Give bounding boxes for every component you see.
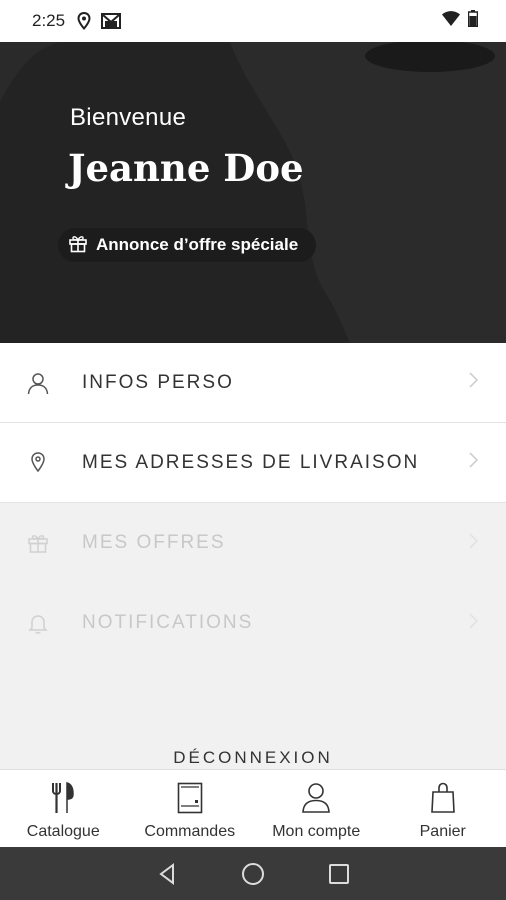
location-pin-icon (26, 451, 50, 475)
wifi-icon (442, 11, 460, 31)
menu-item-label: MES OFFRES (82, 532, 226, 553)
chevron-right-icon (466, 450, 480, 475)
menu-item-notifications[interactable]: NOTIFICATIONS (0, 583, 506, 663)
nav-cart[interactable]: Panier (380, 770, 506, 848)
receipt-icon (177, 782, 203, 823)
chevron-right-icon (466, 370, 480, 395)
bottom-navigation: Catalogue Commandes Mon compte Panier (0, 769, 506, 848)
system-navigation-bar (0, 847, 506, 900)
gift-icon (68, 233, 88, 258)
menu-item-delivery-addresses[interactable]: MES ADRESSES DE LIVRAISON (0, 423, 506, 503)
home-icon[interactable] (238, 859, 268, 889)
nav-my-account[interactable]: Mon compte (253, 770, 380, 848)
special-offer-chip[interactable]: Annonce d’offre spéciale (58, 228, 317, 262)
user-icon (26, 371, 50, 395)
nav-label: Panier (419, 823, 466, 840)
chevron-right-icon (466, 611, 480, 636)
menu-item-my-offers[interactable]: MES OFFRES (0, 503, 506, 583)
nav-catalogue[interactable]: Catalogue (0, 770, 127, 848)
recents-icon[interactable] (324, 859, 354, 889)
location-icon (77, 12, 91, 30)
status-time: 2:25 (32, 11, 66, 30)
special-offer-label: Annonce d’offre spéciale (96, 235, 299, 254)
nav-label: Commandes (144, 823, 236, 840)
account-menu: INFOS PERSO MES ADRESSES DE LIVRAISON ME… (0, 343, 506, 663)
hero-background-shape (0, 42, 506, 343)
welcome-hero: Bienvenue Jeanne Doe Annonce d’offre spé… (0, 42, 506, 343)
status-bar: 2:25 (0, 0, 506, 42)
menu-item-label: MES ADRESSES DE LIVRAISON (82, 451, 420, 473)
back-icon[interactable] (152, 859, 182, 889)
battery-icon (467, 10, 479, 32)
nav-label: Mon compte (272, 823, 361, 840)
menu-item-personal-info[interactable]: INFOS PERSO (0, 343, 506, 423)
shopping-bag-icon (430, 782, 456, 823)
nav-orders[interactable]: Commandes (127, 770, 254, 848)
fork-knife-icon (50, 782, 76, 823)
logout-button[interactable]: DÉCONNEXION (0, 748, 506, 768)
user-name: Jeanne Doe (68, 146, 304, 190)
gmail-icon (101, 13, 122, 29)
bell-icon (26, 611, 50, 635)
menu-item-label: INFOS PERSO (82, 371, 234, 393)
greeting-text: Bienvenue (70, 104, 187, 131)
account-icon (301, 782, 331, 823)
chevron-right-icon (466, 531, 480, 556)
gift-icon (26, 531, 50, 555)
nav-label: Catalogue (26, 823, 100, 840)
menu-item-label: NOTIFICATIONS (82, 612, 254, 633)
